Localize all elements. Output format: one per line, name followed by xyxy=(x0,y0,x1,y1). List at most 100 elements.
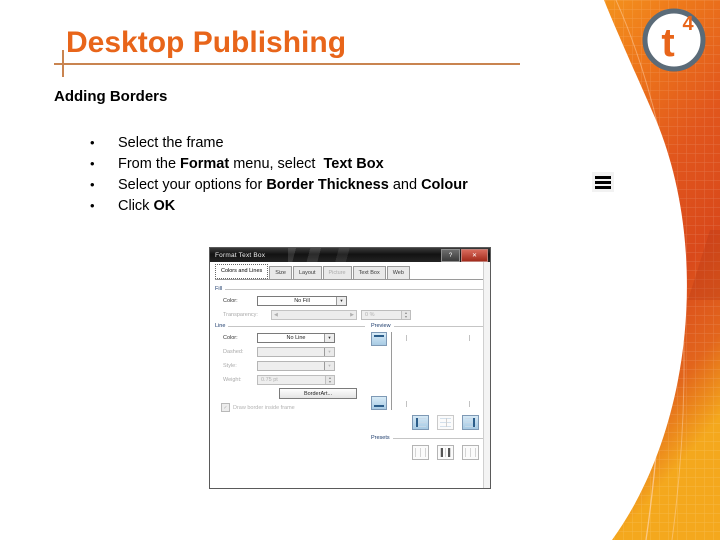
t4-logo-mark: t 4 xyxy=(642,8,706,72)
slide-canvas: t 4 Desktop Publishing Adding Borders • … xyxy=(0,0,720,540)
tab-layout[interactable]: Layout xyxy=(292,266,322,279)
close-icon[interactable]: ✕ xyxy=(461,249,488,262)
group-divider xyxy=(228,325,365,327)
bullet-text: Click OK xyxy=(118,198,176,214)
stepper-arrows-icon[interactable]: ▲ ▼ xyxy=(325,375,334,384)
slider-right-arrow-icon[interactable]: ▶ xyxy=(350,312,354,318)
transparency-slider[interactable]: ◀ ▶ xyxy=(271,309,357,320)
tab-size[interactable]: Size xyxy=(269,266,292,279)
presets-group-label: Presets xyxy=(371,435,390,441)
preview-side-buttons xyxy=(371,332,387,410)
preview-tick xyxy=(406,401,407,407)
grid-pattern-icon xyxy=(415,448,426,457)
svg-text:4: 4 xyxy=(682,13,694,35)
list-item: • Click OK xyxy=(90,195,570,216)
list-line-2 xyxy=(595,180,611,184)
title-rule xyxy=(54,63,520,65)
preview-group-label: Preview xyxy=(371,323,391,329)
title-tick-mark xyxy=(62,50,64,77)
bullet-list: • Select the frame • From the Format men… xyxy=(90,132,570,216)
preset-none-button[interactable] xyxy=(412,445,429,460)
preview-tick xyxy=(469,335,470,341)
preview-bottom-border-button[interactable] xyxy=(371,396,387,410)
chevron-down-icon[interactable]: ▼ xyxy=(324,347,334,356)
line-dashed-select[interactable]: ▼ xyxy=(257,346,335,357)
preview-column: Preview Presets xyxy=(371,323,485,460)
lower-split: Line Color: No Line ▼ Dashed: ▼ Style: ▼… xyxy=(215,323,485,460)
slider-left-arrow-icon[interactable]: ◀ xyxy=(274,312,278,318)
line-weight-stepper[interactable]: 0.75 pt ▲ ▼ xyxy=(257,374,335,385)
chevron-down-icon[interactable]: ▼ xyxy=(324,333,334,342)
preview-top-border-button[interactable] xyxy=(371,332,387,346)
bullet-text: Select your options for Border Thickness… xyxy=(118,177,468,193)
line-group-label: Line xyxy=(215,323,226,329)
preview-tick xyxy=(406,335,407,341)
format-text-box-dialog: Format Text Box ? ✕ Colors and Lines Siz… xyxy=(209,247,491,489)
preview-right-border-button[interactable] xyxy=(462,415,479,430)
preset-buttons xyxy=(371,445,485,460)
line-color-select[interactable]: No Line ▼ xyxy=(257,332,335,343)
fill-color-select[interactable]: No Fill ▼ xyxy=(257,295,347,306)
section-heading: Adding Borders xyxy=(54,88,168,105)
chevron-down-icon[interactable]: ▼ xyxy=(324,361,334,370)
checkbox-icon[interactable]: ✓ xyxy=(221,403,230,412)
line-style-label: Style: xyxy=(223,362,237,369)
bullet-marker: • xyxy=(90,156,95,171)
preset-box-button[interactable] xyxy=(437,445,454,460)
stepper-arrows-icon[interactable]: ▲ ▼ xyxy=(401,310,410,319)
bullet-marker: • xyxy=(90,135,95,150)
line-weight-label: Weight: xyxy=(223,376,242,383)
chevron-down-icon[interactable]: ▼ xyxy=(336,296,346,305)
right-bar-icon xyxy=(448,448,450,457)
preview-no-border-button[interactable] xyxy=(437,415,454,430)
transparency-label: Transparency: xyxy=(223,311,258,318)
dialog-tabs: Colors and Lines Size Layout Picture Tex… xyxy=(215,264,485,280)
line-color-label: Color: xyxy=(223,334,238,341)
preview-area xyxy=(371,332,485,410)
line-weight-row: Weight: 0.75 pt ▲ ▼ xyxy=(215,374,365,385)
transparency-value: 0 % xyxy=(365,311,375,318)
tab-picture[interactable]: Picture xyxy=(322,266,352,279)
preview-left-border-button[interactable] xyxy=(412,415,429,430)
decorative-brand-graphic: t 4 xyxy=(560,0,720,540)
fill-transparency-row: Transparency: ◀ ▶ 0 % ▲ ▼ xyxy=(215,309,485,320)
line-color-value: No Line xyxy=(286,334,306,341)
group-divider xyxy=(393,325,485,327)
line-dashed-label: Dashed: xyxy=(223,348,244,355)
line-color-row: Color: No Line ▼ xyxy=(215,332,365,343)
preset-grid-button[interactable] xyxy=(462,445,479,460)
tab-text-box[interactable]: Text Box xyxy=(352,266,386,279)
bullet-text: Select the frame xyxy=(118,135,224,151)
group-divider xyxy=(225,288,485,290)
dialog-window-buttons: ? ✕ xyxy=(441,249,488,262)
transparency-stepper[interactable]: 0 % ▲ ▼ xyxy=(361,309,411,320)
fill-color-row: Color: No Fill ▼ xyxy=(215,295,485,306)
preview-group-header: Preview xyxy=(371,323,485,329)
group-divider xyxy=(392,437,485,439)
draw-border-inside-frame-row[interactable]: ✓ Draw border inside frame xyxy=(215,403,365,412)
preview-canvas[interactable] xyxy=(391,332,485,410)
fill-color-value: No Fill xyxy=(294,297,310,304)
left-bar-icon xyxy=(416,418,418,427)
borderart-row: BorderArt... xyxy=(215,388,365,399)
dialog-right-edge xyxy=(483,262,490,488)
tab-colors-and-lines[interactable]: Colors and Lines xyxy=(215,264,269,279)
line-weight-value: 0.75 pt xyxy=(261,376,278,383)
tab-web[interactable]: Web xyxy=(386,266,410,279)
list-item: • From the Format menu, select Text Box xyxy=(90,153,570,174)
fill-group-label: Fill xyxy=(215,286,223,292)
line-dashed-row: Dashed: ▼ xyxy=(215,346,365,357)
right-bar-icon xyxy=(473,418,475,427)
list-line-1 xyxy=(595,175,611,179)
dialog-titlebar: Format Text Box ? ✕ xyxy=(210,248,490,262)
help-button[interactable]: ? xyxy=(441,249,460,262)
borderart-button[interactable]: BorderArt... xyxy=(279,388,357,399)
line-style-select[interactable]: ▼ xyxy=(257,360,335,371)
line-column: Line Color: No Line ▼ Dashed: ▼ Style: ▼… xyxy=(215,323,365,460)
line-style-row: Style: ▼ xyxy=(215,360,365,371)
bullet-marker: • xyxy=(90,177,95,192)
svg-text:t: t xyxy=(661,21,674,65)
list-item: • Select your options for Border Thickne… xyxy=(90,174,570,195)
grid-pattern-icon xyxy=(465,448,476,457)
center-bar-icon xyxy=(445,418,447,427)
